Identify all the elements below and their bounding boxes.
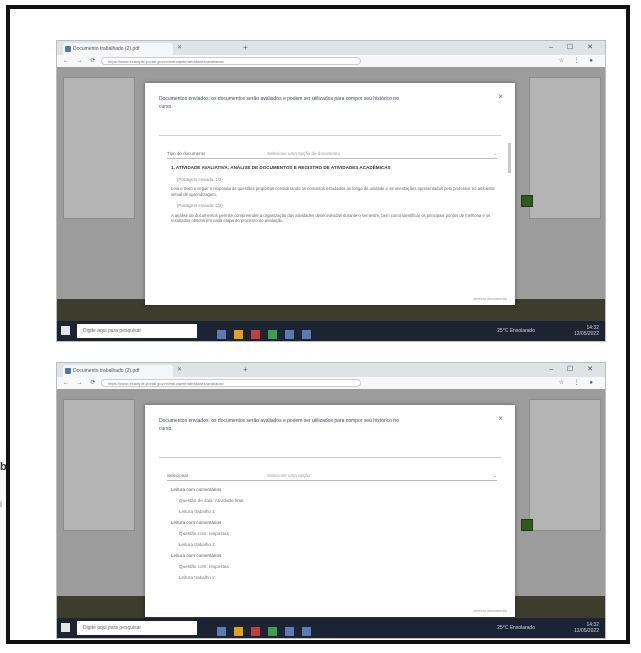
pdf-file-icon xyxy=(65,46,71,52)
task-view-icon[interactable] xyxy=(217,330,226,339)
extensions-icons[interactable]: ☆ ⋮ ● xyxy=(559,56,597,66)
list-item[interactable]: Questão com: respostas xyxy=(171,564,471,575)
clock-date: 12/05/2022 xyxy=(573,331,599,337)
select-value: Selecione uma opção de documento xyxy=(267,151,341,156)
edge-glyph-small: i xyxy=(0,499,2,509)
body-paragraph: A análise de documentos permite compreen… xyxy=(171,212,491,224)
pdf-file-icon xyxy=(65,368,71,374)
chevron-down-icon: ⌄ xyxy=(493,151,497,156)
list-item[interactable]: Leitura trabalho 2 xyxy=(171,542,471,553)
list-item[interactable]: Questão com: respostas xyxy=(171,531,471,542)
activity-heading: 1. ATIVIDADE AVALIATIVA: ANÁLISE DE DOCU… xyxy=(171,165,391,170)
attach-link[interactable]: Anexar documento xyxy=(473,608,507,613)
extensions-icons[interactable]: ☆ ⋮ ● xyxy=(559,378,597,388)
bg-green-button[interactable] xyxy=(521,519,533,531)
tab-close-icon[interactable]: ✕ xyxy=(177,43,182,53)
clock-date: 12/05/2022 xyxy=(573,628,599,634)
list-item[interactable]: Leitura trabalho 2 xyxy=(171,575,471,586)
edge-icon[interactable] xyxy=(285,627,294,636)
browser-tab-bar: Documento trabalhado (2).pdf ✕ + – ☐ ✕ xyxy=(57,41,605,55)
screenshot-bottom: Documento trabalhado (2).pdf ✕ + – ☐ ✕ ←… xyxy=(56,362,606,639)
post-status: (Postagem enviada: 2/2) xyxy=(177,203,223,208)
document-type-select[interactable]: Tipo de documento Selecione uma opção de… xyxy=(167,149,497,159)
list-item[interactable]: Leitura com comentários xyxy=(171,487,471,498)
file-explorer-icon[interactable] xyxy=(234,627,243,636)
browser-tab[interactable]: Documento trabalhado (2).pdf xyxy=(63,365,173,377)
body-paragraph: Leia o texto a seguir e responda às ques… xyxy=(171,186,495,197)
mail-icon[interactable] xyxy=(302,330,311,339)
app-icon[interactable] xyxy=(268,330,277,339)
list-item[interactable]: Leitura com comentários xyxy=(171,553,471,564)
url-input[interactable]: https://www.example-portal.gov.br/estuda… xyxy=(101,379,361,387)
system-tray-clock[interactable]: 14:32 12/05/2022 xyxy=(574,622,599,634)
browser-tab-bar: Documento trabalhado (2).pdf ✕ + – ☐ ✕ xyxy=(57,363,605,377)
edge-icon[interactable] xyxy=(285,330,294,339)
taskbar-apps xyxy=(217,623,319,638)
select-value: Selecione uma opção xyxy=(267,473,311,478)
nav-arrows-icon[interactable]: ← → ⟳ xyxy=(63,56,98,66)
windows-taskbar: Digite aqui para pesquisar 25°C Ensolara… xyxy=(57,321,605,341)
document-modal: Documentos enviados: os documentos serão… xyxy=(145,405,515,617)
modal-title: Documentos enviados: os documentos serão… xyxy=(159,418,399,432)
app-icon[interactable] xyxy=(251,330,260,339)
weather-widget[interactable]: 25°C Ensolarado xyxy=(497,625,535,631)
modal-body: 1. ATIVIDADE AVALIATIVA: ANÁLISE DE DOCU… xyxy=(171,165,501,230)
bg-right-panel xyxy=(529,77,601,219)
tab-title: Documento trabalhado (2).pdf xyxy=(73,368,140,374)
window-controls[interactable]: – ☐ ✕ xyxy=(549,364,599,376)
windows-taskbar: Digite aqui para pesquisar 25°C Ensolara… xyxy=(57,618,605,638)
new-tab-icon[interactable]: + xyxy=(243,42,248,54)
app-icon[interactable] xyxy=(251,627,260,636)
chevron-down-icon: ⌄ xyxy=(493,473,497,478)
taskbar-apps xyxy=(217,326,319,341)
list-item[interactable]: Questão de sala: Atividade final xyxy=(171,498,471,509)
windows-start-icon[interactable] xyxy=(61,326,70,335)
task-view-icon[interactable] xyxy=(217,627,226,636)
window-controls[interactable]: – ☐ ✕ xyxy=(549,42,599,54)
bg-right-panel xyxy=(529,399,601,531)
list-item[interactable]: Leitura trabalho 2 xyxy=(171,509,471,520)
tab-title: Documento trabalhado (2).pdf xyxy=(73,46,140,52)
file-explorer-icon[interactable] xyxy=(234,330,243,339)
close-icon[interactable]: × xyxy=(498,93,503,101)
taskbar-search-input[interactable]: Digite aqui para pesquisar xyxy=(77,324,197,338)
post-status: (Postagem enviada: 1/2) xyxy=(177,176,223,182)
app-icon[interactable] xyxy=(268,627,277,636)
bg-left-panel xyxy=(63,399,135,531)
new-tab-icon[interactable]: + xyxy=(243,364,248,376)
divider xyxy=(159,457,501,458)
tab-close-icon[interactable]: ✕ xyxy=(177,365,182,375)
windows-start-icon[interactable] xyxy=(61,623,70,632)
document-select[interactable]: Selecionar Selecione uma opção ⌄ xyxy=(167,471,497,481)
nav-arrows-icon[interactable]: ← → ⟳ xyxy=(63,378,98,388)
divider xyxy=(159,135,501,136)
modal-title: Documentos enviados: os documentos serão… xyxy=(159,96,399,110)
select-label: Tipo de documento xyxy=(167,151,206,156)
list-item[interactable]: Leitura com comentários xyxy=(171,520,471,531)
close-icon[interactable]: × xyxy=(498,415,503,423)
taskbar-search-input[interactable]: Digite aqui para pesquisar xyxy=(77,621,197,635)
url-input[interactable]: https://www.example-portal.gov.br/estuda… xyxy=(101,57,361,65)
screenshot-top: Documento trabalhado (2).pdf ✕ + – ☐ ✕ ←… xyxy=(56,40,606,342)
attach-link[interactable]: Anexar documento xyxy=(473,296,507,301)
browser-tab[interactable]: Documento trabalhado (2).pdf xyxy=(63,43,173,55)
mail-icon[interactable] xyxy=(302,627,311,636)
weather-widget[interactable]: 25°C Ensolarado xyxy=(497,328,535,334)
system-tray-clock[interactable]: 14:32 12/05/2022 xyxy=(574,325,599,337)
select-label: Selecionar xyxy=(167,473,189,478)
document-list: Leitura com comentários Questão de sala:… xyxy=(171,487,471,586)
scrollbar[interactable] xyxy=(508,143,511,173)
document-modal: Documentos enviados: os documentos serão… xyxy=(145,83,515,305)
bg-green-button[interactable] xyxy=(521,195,533,207)
bg-left-panel xyxy=(63,77,135,219)
